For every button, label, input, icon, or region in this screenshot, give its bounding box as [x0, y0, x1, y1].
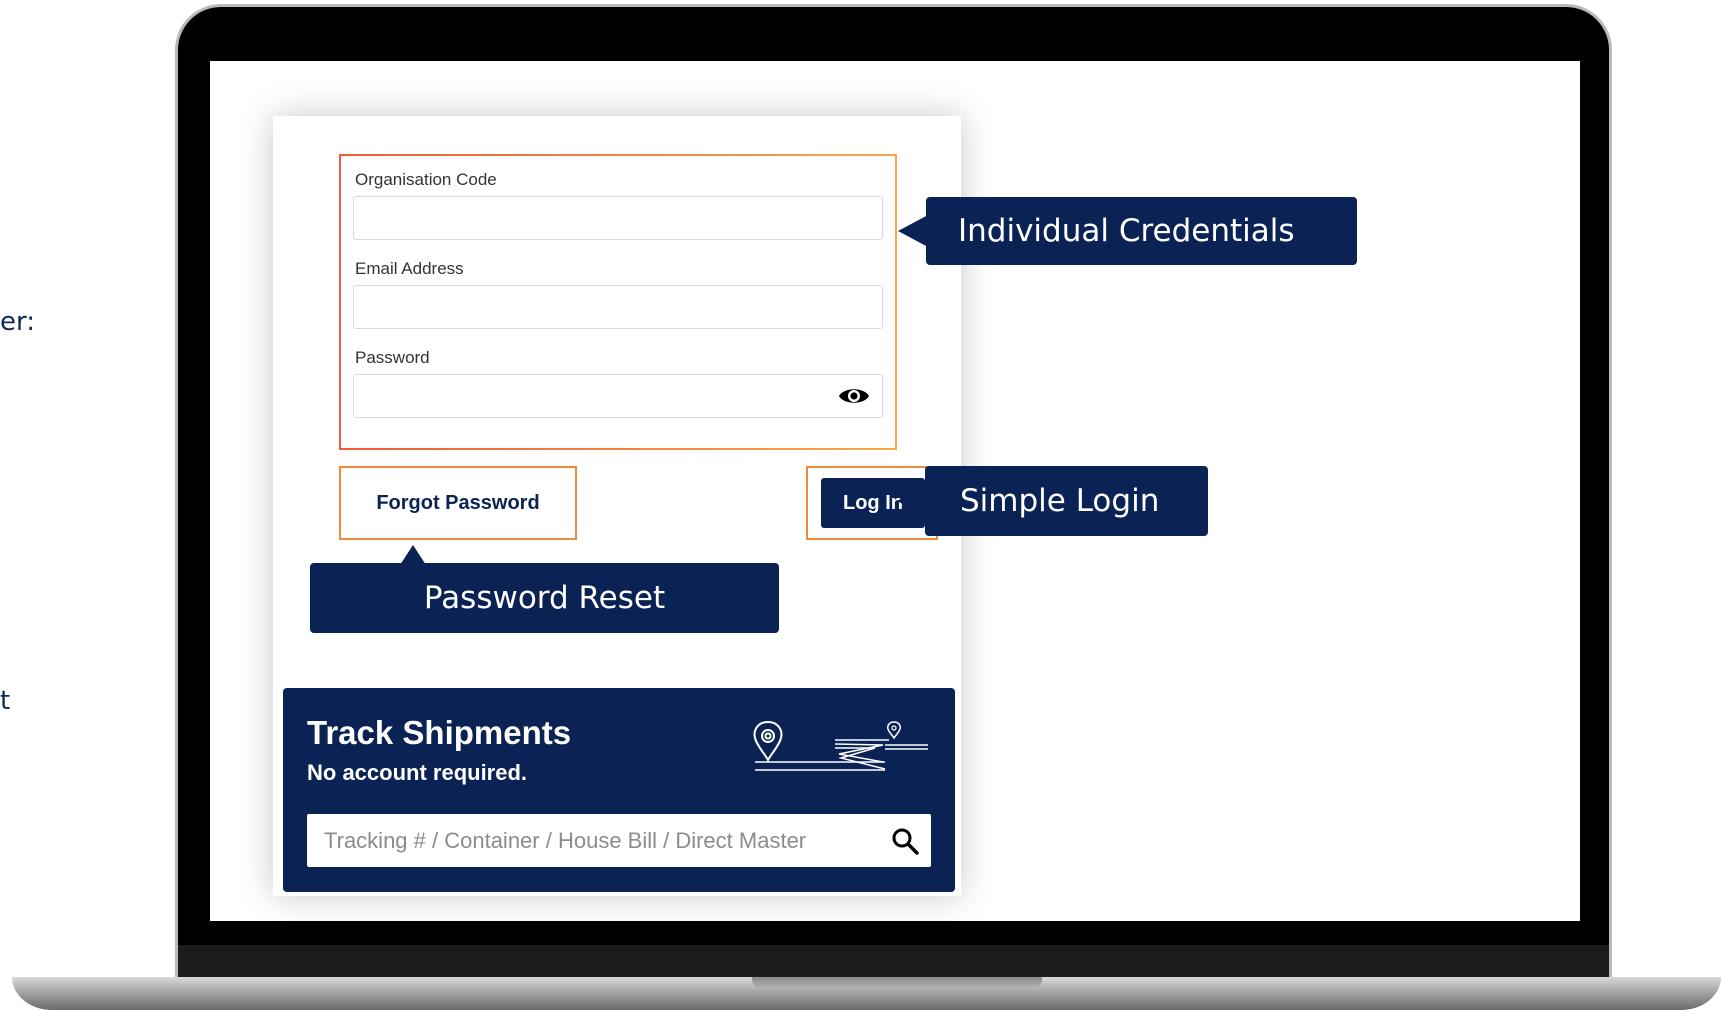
callout-pointer	[400, 545, 426, 565]
search-icon[interactable]	[891, 827, 919, 855]
password-label: Password	[355, 348, 430, 367]
tracking-search-input[interactable]	[307, 814, 877, 867]
partial-text-bottom: t	[0, 686, 11, 716]
forgot-password-label: Forgot Password	[376, 491, 540, 514]
map-pin-route-icon	[753, 720, 928, 771]
password-input[interactable]	[353, 374, 883, 418]
callout-pointer	[898, 215, 928, 247]
email-label: Email Address	[355, 259, 464, 278]
eye-icon[interactable]	[838, 385, 870, 407]
email-input[interactable]	[353, 285, 883, 329]
callout-password-reset-text: Password Reset	[423, 580, 666, 616]
laptop-notch	[752, 977, 1042, 989]
callout-individual-credentials: Individual Credentials	[898, 197, 1357, 265]
org-code-label: Organisation Code	[355, 170, 497, 189]
track-shipments-title: Track Shipments	[307, 714, 572, 751]
track-shipments-subtitle: No account required.	[307, 760, 528, 785]
callout-simple-login-text: Simple Login	[960, 483, 1160, 519]
partial-text-top: er:	[0, 307, 35, 337]
laptop-bezel-bottom	[178, 945, 1609, 977]
tracking-search-box	[307, 814, 931, 867]
org-code-input[interactable]	[353, 196, 883, 240]
callout-password-reset: Password Reset	[310, 545, 779, 633]
forgot-password-link[interactable]: Forgot Password	[339, 466, 577, 540]
callout-individual-credentials-text: Individual Credentials	[958, 213, 1295, 249]
track-shipments-panel: Track Shipments No account required.	[283, 688, 955, 892]
laptop-screen: Organisation Code Email Address Password…	[210, 61, 1580, 921]
callout-simple-login: Simple Login	[897, 466, 1208, 536]
credentials-highlight: Organisation Code Email Address Password	[339, 154, 897, 450]
login-card: Organisation Code Email Address Password…	[273, 116, 961, 896]
callout-pointer	[897, 485, 927, 517]
